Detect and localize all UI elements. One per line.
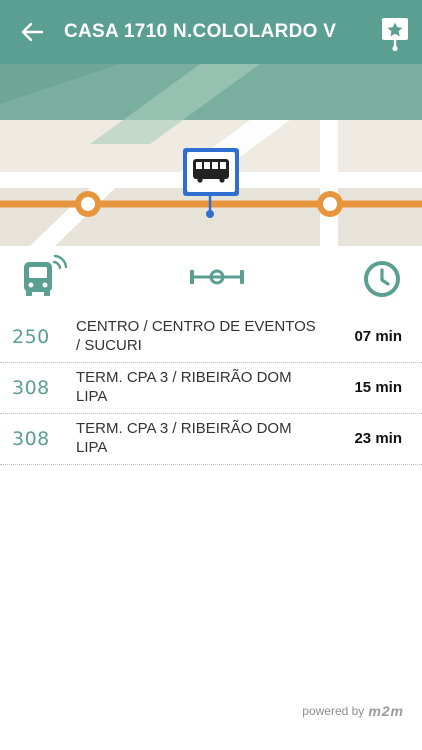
star-pin-icon — [382, 18, 408, 52]
route-stop-right — [317, 191, 343, 217]
arrivals-list: 250 CENTRO / CENTRO DE EVENTOS / SUCURI … — [0, 312, 422, 465]
line-destination: TERM. CPA 3 / RIBEIRÃO DOM LIPA — [76, 369, 292, 405]
route-stop-left — [75, 191, 101, 217]
line-destination: TERM. CPA 3 / RIBEIRÃO DOM LIPA — [76, 420, 292, 456]
arrow-left-icon — [21, 22, 43, 42]
arrival-time: 23 min — [354, 430, 402, 447]
line-number: 250 — [12, 326, 50, 348]
favorite-button[interactable] — [378, 14, 412, 52]
arrival-time: 15 min — [354, 379, 402, 396]
line-number: 308 — [12, 377, 50, 399]
line-number: 308 — [12, 428, 50, 450]
powered-by: powered by m2m — [302, 703, 404, 719]
route-icon — [190, 269, 244, 285]
app-header: CASA 1710 N.COLOLARDO V — [0, 0, 422, 64]
line-destination: CENTRO / CENTRO DE EVENTOS / SUCURI — [76, 318, 316, 354]
column-header — [0, 246, 422, 312]
brand-logo: m2m — [368, 703, 404, 719]
arrival-time: 07 min — [354, 328, 402, 345]
back-button[interactable] — [14, 14, 50, 50]
arrival-row[interactable]: 308 TERM. CPA 3 / RIBEIRÃO DOM LIPA 15 m… — [0, 363, 422, 414]
powered-by-label: powered by — [302, 704, 365, 718]
map-view[interactable] — [0, 64, 422, 246]
arrival-row[interactable]: 308 TERM. CPA 3 / RIBEIRÃO DOM LIPA 23 m… — [0, 414, 422, 465]
bus-realtime-icon — [24, 254, 68, 296]
arrival-row[interactable]: 250 CENTRO / CENTRO DE EVENTOS / SUCURI … — [0, 312, 422, 363]
stop-title: CASA 1710 N.COLOLARDO V — [64, 21, 337, 42]
map-canvas — [0, 64, 422, 246]
clock-icon — [364, 261, 400, 297]
